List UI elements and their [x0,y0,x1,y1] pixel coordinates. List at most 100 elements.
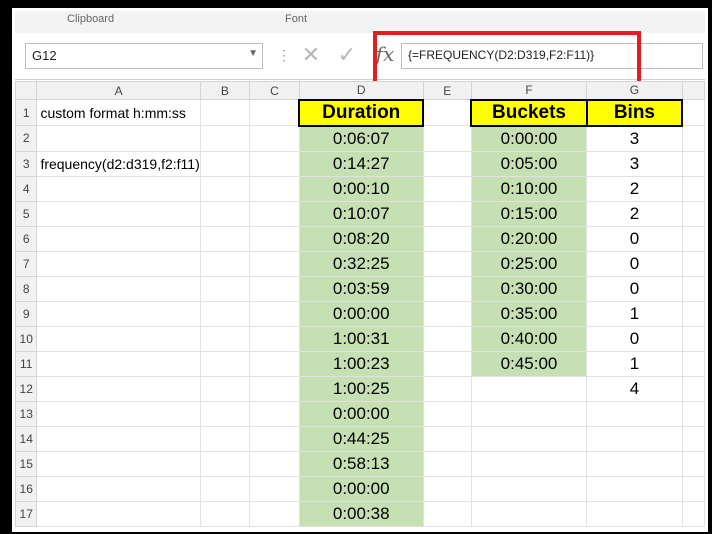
cell-b[interactable] [199,275,251,302]
cell-h[interactable] [681,375,705,402]
cell-d[interactable]: 0:44:25 [298,425,424,452]
cell-b[interactable] [199,250,251,277]
cell-e[interactable] [422,425,472,452]
cell-f[interactable]: 0:25:00 [470,250,588,277]
insert-function-icon[interactable]: fx [370,39,400,69]
cell-d[interactable]: 0:06:07 [298,125,424,152]
enter-icon[interactable]: ✓ [333,41,361,69]
cell-c[interactable] [249,450,300,477]
column-header[interactable]: F [470,81,588,100]
cell-a[interactable] [36,400,201,427]
cell-d[interactable]: 0:00:00 [298,400,424,427]
cell-g[interactable]: 0 [586,275,683,302]
cell-e[interactable] [422,150,472,177]
cell-f[interactable] [470,375,588,402]
cell-a[interactable] [36,300,201,327]
cell-d[interactable]: 1:00:23 [298,350,424,377]
cell-f[interactable]: 0:20:00 [470,225,588,252]
cell-e[interactable] [422,450,472,477]
cell-a[interactable] [36,500,201,527]
cell-a[interactable] [36,275,201,302]
chevron-down-icon[interactable]: ▼ [248,48,258,59]
cell-e[interactable] [422,475,472,502]
row-header[interactable]: 5 [15,200,38,227]
cell-c[interactable] [249,150,300,177]
cell-e[interactable] [422,250,472,277]
cell-f[interactable] [470,500,588,527]
cell-g[interactable]: 3 [586,150,683,177]
row-header[interactable]: 7 [15,250,38,277]
cell-a[interactable] [36,175,201,202]
cell-f[interactable]: 0:05:00 [470,150,588,177]
row-header[interactable]: 9 [15,300,38,327]
cell-h[interactable] [681,99,705,126]
cell-b[interactable] [199,225,251,252]
cell-h[interactable] [681,325,705,352]
cell-a[interactable] [36,225,201,252]
row-header[interactable]: 12 [15,375,38,402]
cell-h[interactable] [681,425,705,452]
cell-a[interactable] [36,475,201,502]
cell-b[interactable] [199,325,251,352]
cell-e[interactable] [422,275,472,302]
cell-b[interactable] [199,475,251,502]
cell-d[interactable]: 1:00:25 [298,375,424,402]
cell-f[interactable]: 0:10:00 [470,175,588,202]
cell-f[interactable]: 0:35:00 [470,300,588,327]
cell-g[interactable]: 4 [586,375,683,402]
cell-h[interactable] [681,150,705,177]
cell-b[interactable] [199,400,251,427]
cell-b[interactable] [199,300,251,327]
cell-d[interactable]: 0:00:00 [298,475,424,502]
cell-e[interactable] [422,375,472,402]
row-header[interactable]: 3 [15,150,38,177]
cell-d[interactable]: 0:10:07 [298,200,424,227]
cell-b[interactable] [199,99,251,126]
cell-b[interactable] [199,500,251,527]
cell-c[interactable] [249,99,300,126]
cell-e[interactable] [422,400,472,427]
column-header[interactable]: C [249,81,300,100]
cell-a[interactable] [36,325,201,352]
cell-g[interactable] [586,450,683,477]
row-header[interactable]: 1 [15,99,38,126]
cell-b[interactable] [199,375,251,402]
cell-a[interactable] [36,125,201,152]
cell-c[interactable] [249,300,300,327]
cell-g[interactable]: 0 [586,325,683,352]
cell-g[interactable]: 3 [586,125,683,152]
cell-g[interactable]: 1 [586,350,683,377]
cell-h[interactable] [681,450,705,477]
cell-a[interactable] [36,350,201,377]
cell-c[interactable] [249,400,300,427]
cell-b[interactable] [199,125,251,152]
cell-b[interactable] [199,200,251,227]
cell-h[interactable] [681,175,705,202]
row-header[interactable]: 8 [15,275,38,302]
cell-b[interactable] [199,350,251,377]
cell-h[interactable] [681,475,705,502]
cell-h[interactable] [681,275,705,302]
cell-c[interactable] [249,325,300,352]
row-header[interactable]: 14 [15,425,38,452]
cell-d[interactable]: 0:32:25 [298,250,424,277]
cell-h[interactable] [681,400,705,427]
cell-d[interactable]: 1:00:31 [298,325,424,352]
cell-b[interactable] [199,450,251,477]
cell-h[interactable] [681,350,705,377]
cell-e[interactable] [422,300,472,327]
cell-h[interactable] [681,125,705,152]
row-header[interactable]: 16 [15,475,38,502]
cell-g[interactable] [586,500,683,527]
cell-d[interactable]: 0:00:00 [298,300,424,327]
cell-h[interactable] [681,250,705,277]
column-header[interactable]: G [586,81,683,100]
cell-f[interactable]: 0:40:00 [470,325,588,352]
cell-a[interactable]: custom format h:mm:ss [36,99,201,126]
cell-g[interactable]: 2 [586,175,683,202]
cell-c[interactable] [249,250,300,277]
cell-g[interactable]: 0 [586,250,683,277]
row-header[interactable]: 4 [15,175,38,202]
cell-g[interactable] [586,400,683,427]
cell-d[interactable]: 0:14:27 [298,150,424,177]
